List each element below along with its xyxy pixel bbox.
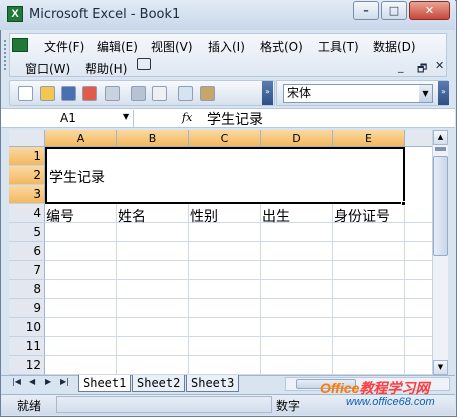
column-header-c[interactable]: C xyxy=(189,130,261,147)
excel-app-icon: X xyxy=(7,6,23,22)
gridline xyxy=(45,260,432,261)
watermark-url: www.office68.com xyxy=(346,396,435,408)
font-name-select[interactable]: 宋体 ▼ xyxy=(283,84,433,103)
doc-restore-button[interactable]: 🗗 xyxy=(417,60,427,79)
gridline xyxy=(45,336,432,337)
chevron-down-icon[interactable]: ▼ xyxy=(419,85,432,102)
camera-icon[interactable] xyxy=(137,58,151,70)
toolbar-options-chevron-icon[interactable]: » xyxy=(262,81,273,105)
formula-input[interactable]: 学生记录 xyxy=(207,109,263,129)
save-icon[interactable] xyxy=(61,86,76,101)
menu-data[interactable]: 数据(D) xyxy=(373,38,416,55)
scroll-down-icon[interactable]: ▼ xyxy=(433,360,448,375)
row-header-8[interactable]: 8 xyxy=(9,280,45,299)
merged-title-cell[interactable]: 学生记录 xyxy=(45,147,405,204)
doc-close-button[interactable]: ✕ xyxy=(435,59,444,72)
split-box-handle[interactable] xyxy=(435,147,446,151)
close-button[interactable]: ✕ xyxy=(409,1,450,20)
gridline xyxy=(45,355,432,356)
vertical-scroll-thumb[interactable] xyxy=(433,156,448,256)
next-sheet-icon[interactable]: ▶ xyxy=(45,377,51,386)
column-header-d[interactable]: D xyxy=(261,130,333,147)
scroll-up-icon[interactable]: ▲ xyxy=(433,130,448,145)
doc-minimize-button[interactable]: _ xyxy=(398,60,404,73)
maximize-button[interactable]: □ xyxy=(381,1,407,20)
status-mode: 数字 xyxy=(276,399,301,413)
print-icon[interactable] xyxy=(105,86,120,101)
cell-b4[interactable]: 姓名 xyxy=(118,206,146,226)
column-header-f[interactable] xyxy=(405,130,432,147)
menu-grip-handle[interactable] xyxy=(4,40,7,70)
tab-sheet3[interactable]: Sheet3 xyxy=(186,375,240,392)
worksheet-grid[interactable]: A B C D E 1 2 3 4 5 6 7 8 9 10 11 12 学生记… xyxy=(9,130,432,375)
menu-edit[interactable]: 编辑(E) xyxy=(97,38,138,55)
cell-c4[interactable]: 性别 xyxy=(190,206,218,226)
column-header-b[interactable]: B xyxy=(117,130,189,147)
gridline xyxy=(45,279,432,280)
tab-sheet2[interactable]: Sheet2 xyxy=(132,375,186,392)
new-icon[interactable] xyxy=(18,86,33,101)
menu-tools[interactable]: 工具(T) xyxy=(318,38,359,55)
status-panel xyxy=(56,396,272,413)
first-sheet-icon[interactable]: |◀ xyxy=(12,377,21,386)
name-box-value: A1 xyxy=(60,111,76,125)
merged-title-text: 学生记录 xyxy=(49,170,105,186)
last-sheet-icon[interactable]: ▶| xyxy=(60,377,69,386)
menu-window[interactable]: 窗口(W) xyxy=(25,60,70,77)
menu-help[interactable]: 帮助(H) xyxy=(85,60,127,77)
row-header-12[interactable]: 12 xyxy=(9,356,45,375)
column-header-a[interactable]: A xyxy=(45,130,117,147)
row-header-5[interactable]: 5 xyxy=(9,223,45,242)
site-watermark: Office教程学习网 www.office68.com xyxy=(320,378,450,413)
permission-icon[interactable] xyxy=(82,86,97,101)
status-ready: 就绪 xyxy=(17,399,42,413)
title-bar[interactable]: X Microsoft Excel - Book1 – □ ✕ xyxy=(0,0,455,30)
gridline xyxy=(45,298,432,299)
print-preview-icon[interactable] xyxy=(131,86,146,101)
menu-view[interactable]: 视图(V) xyxy=(151,38,193,55)
minimize-button[interactable]: – xyxy=(353,1,379,20)
open-icon[interactable] xyxy=(40,86,55,101)
research-books-icon[interactable] xyxy=(200,86,215,101)
insert-function-icon[interactable]: fx xyxy=(182,111,192,124)
row-header-6[interactable]: 6 xyxy=(9,242,45,261)
fill-handle[interactable] xyxy=(401,201,406,206)
menu-file[interactable]: 文件(F) xyxy=(44,38,84,55)
gridline xyxy=(45,241,432,242)
spelling-icon[interactable] xyxy=(178,86,193,101)
name-box-dropdown-icon[interactable]: ▼ xyxy=(123,112,129,121)
prev-sheet-icon[interactable]: ◀ xyxy=(29,377,35,386)
cell-e4[interactable]: 身份证号 xyxy=(334,206,390,226)
menu-format[interactable]: 格式(O) xyxy=(260,38,303,55)
menu-insert[interactable]: 插入(I) xyxy=(208,38,245,55)
tab-sheet1[interactable]: Sheet1 xyxy=(78,375,132,392)
select-all-corner[interactable] xyxy=(9,130,45,147)
watermark-brand: Office教程学习网 xyxy=(320,380,430,396)
formatting-options-chevron-icon[interactable]: » xyxy=(438,81,449,105)
window-title: Microsoft Excel - Book1 xyxy=(29,7,181,22)
row-header-1[interactable]: 1 xyxy=(9,147,45,166)
research-icon[interactable] xyxy=(152,86,167,101)
workbook-icon[interactable] xyxy=(12,38,28,52)
row-header-11[interactable]: 11 xyxy=(9,337,45,356)
row-header-7[interactable]: 7 xyxy=(9,261,45,280)
row-header-3[interactable]: 3 xyxy=(9,185,45,204)
row-header-2[interactable]: 2 xyxy=(9,166,45,185)
row-header-9[interactable]: 9 xyxy=(9,299,45,318)
row-header-4[interactable]: 4 xyxy=(9,204,45,223)
column-header-e[interactable]: E xyxy=(333,130,405,147)
cell-d4[interactable]: 出生 xyxy=(262,206,290,226)
gridline xyxy=(45,317,432,318)
cell-a4[interactable]: 编号 xyxy=(46,206,74,226)
font-name-value: 宋体 xyxy=(287,86,312,100)
row-header-10[interactable]: 10 xyxy=(9,318,45,337)
name-box[interactable]: A1 ▼ xyxy=(6,110,134,127)
vertical-scrollbar[interactable]: ▲ ▼ xyxy=(432,130,448,375)
standard-toolbar xyxy=(9,80,275,106)
